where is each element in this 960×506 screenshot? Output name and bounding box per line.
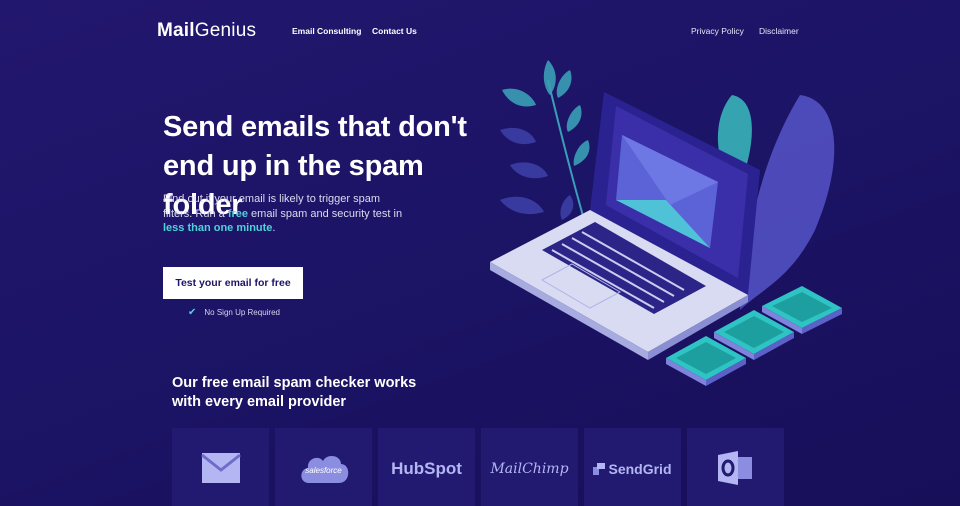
hero-sub-fast: less than one minute: [163, 222, 273, 234]
providers-section-title: Our free email spam checker works with e…: [172, 374, 432, 412]
no-signup-label: No Sign Up Required: [204, 308, 280, 317]
hero-sub-end: .: [272, 222, 276, 234]
providers-title-line2: with every email provider: [172, 394, 347, 410]
logo-bold-text: Mail: [157, 20, 195, 41]
nav-contact-us[interactable]: Contact Us: [372, 26, 417, 36]
salesforce-label: salesforce: [305, 466, 342, 475]
provider-card-salesforce: salesforce: [275, 428, 372, 506]
nav-email-consulting[interactable]: Email Consulting: [292, 26, 361, 36]
nav-disclaimer[interactable]: Disclaimer: [759, 26, 799, 36]
mailchimp-label: MailChimp: [490, 461, 569, 477]
providers-title-line1: Our free email spam checker works: [172, 375, 417, 391]
laptop-illustration: [490, 60, 842, 386]
sendgrid-logo: SendGrid: [593, 461, 672, 477]
no-signup-note: ✔ No Sign Up Required: [188, 307, 280, 318]
nav-privacy-policy[interactable]: Privacy Policy: [691, 26, 744, 36]
provider-card-hubspot: HubSpot: [378, 428, 475, 506]
logo-light-text: Genius: [194, 20, 257, 41]
hero-sub-text-2: email spam and security test in: [248, 207, 403, 220]
hubspot-label: HubSpot: [391, 459, 462, 478]
check-icon: ✔: [188, 307, 197, 318]
outlook-icon: [717, 451, 752, 485]
provider-card-mailchimp: MailChimp: [481, 428, 578, 506]
leaf-branch-left: [500, 60, 590, 220]
hero-title-line1: Send emails that don't: [163, 111, 467, 143]
provider-card-outlook: [687, 428, 784, 506]
sendgrid-label: SendGrid: [608, 461, 672, 477]
mail-envelope-icon: [200, 453, 241, 483]
sendgrid-icon: [593, 463, 606, 475]
logo[interactable]: MailGenius: [157, 20, 256, 42]
provider-card-gmail: [172, 428, 269, 506]
providers-grid: salesforce HubSpot MailChimp SendGrid: [172, 428, 784, 506]
hero-subtitle: Find out if your email is likely to trig…: [163, 192, 403, 236]
provider-card-sendgrid: SendGrid: [584, 428, 681, 506]
hero-sub-free: free: [227, 207, 248, 220]
test-email-button[interactable]: Test your email for free: [163, 267, 303, 299]
